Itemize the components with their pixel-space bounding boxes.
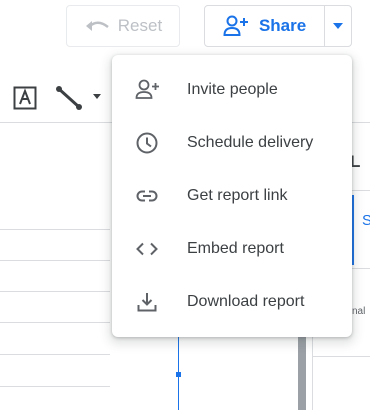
share-options-dropdown[interactable] <box>324 6 351 46</box>
caret-down-icon <box>333 23 344 29</box>
tab-indicator <box>352 195 354 265</box>
share-button-group: Share <box>204 5 352 47</box>
text-box-icon[interactable] <box>13 86 37 110</box>
canvas-grid-line <box>0 291 110 292</box>
menu-item-embed-report[interactable]: Embed report <box>112 222 352 275</box>
menu-item-label: Embed report <box>187 239 284 257</box>
canvas-grid-line <box>0 260 110 261</box>
line-icon[interactable] <box>55 85 83 111</box>
reset-label: Reset <box>117 16 163 35</box>
tab-setup[interactable]: S <box>362 212 370 229</box>
resize-handle[interactable] <box>176 372 181 377</box>
undo-icon <box>85 21 109 31</box>
share-button[interactable]: Share <box>205 6 324 46</box>
menu-item-schedule-delivery[interactable]: Schedule delivery <box>112 116 352 169</box>
share-menu: Invite people Schedule delivery Get repo… <box>112 55 352 337</box>
menu-item-invite-people[interactable]: Invite people <box>112 63 352 116</box>
person-add-icon <box>223 15 248 36</box>
reset-button[interactable]: Reset <box>66 5 180 47</box>
menu-item-label: Invite people <box>187 80 278 98</box>
report-editor: Reset Share L S nal Invite people Schedu… <box>0 0 370 410</box>
menu-item-download-report[interactable]: Download report <box>112 275 352 328</box>
canvas-grid-line <box>0 229 110 230</box>
clock-icon <box>134 130 160 156</box>
link-icon <box>134 183 160 209</box>
menu-item-label: Get report link <box>187 186 288 204</box>
panel-field-label: nal <box>352 306 366 317</box>
canvas-scrollbar[interactable] <box>298 330 306 410</box>
canvas-grid-line <box>0 354 110 355</box>
panel-divider <box>312 356 370 357</box>
menu-item-get-report-link[interactable]: Get report link <box>112 169 352 222</box>
menu-item-label: Download report <box>187 292 305 310</box>
canvas-grid-line <box>0 386 110 387</box>
menu-item-label: Schedule delivery <box>187 133 314 151</box>
code-icon <box>134 236 160 262</box>
canvas-grid-line <box>0 322 110 323</box>
share-label: Share <box>258 16 307 35</box>
person-add-icon <box>134 77 160 103</box>
line-caret-down-icon[interactable] <box>92 92 102 100</box>
download-icon <box>134 289 160 315</box>
